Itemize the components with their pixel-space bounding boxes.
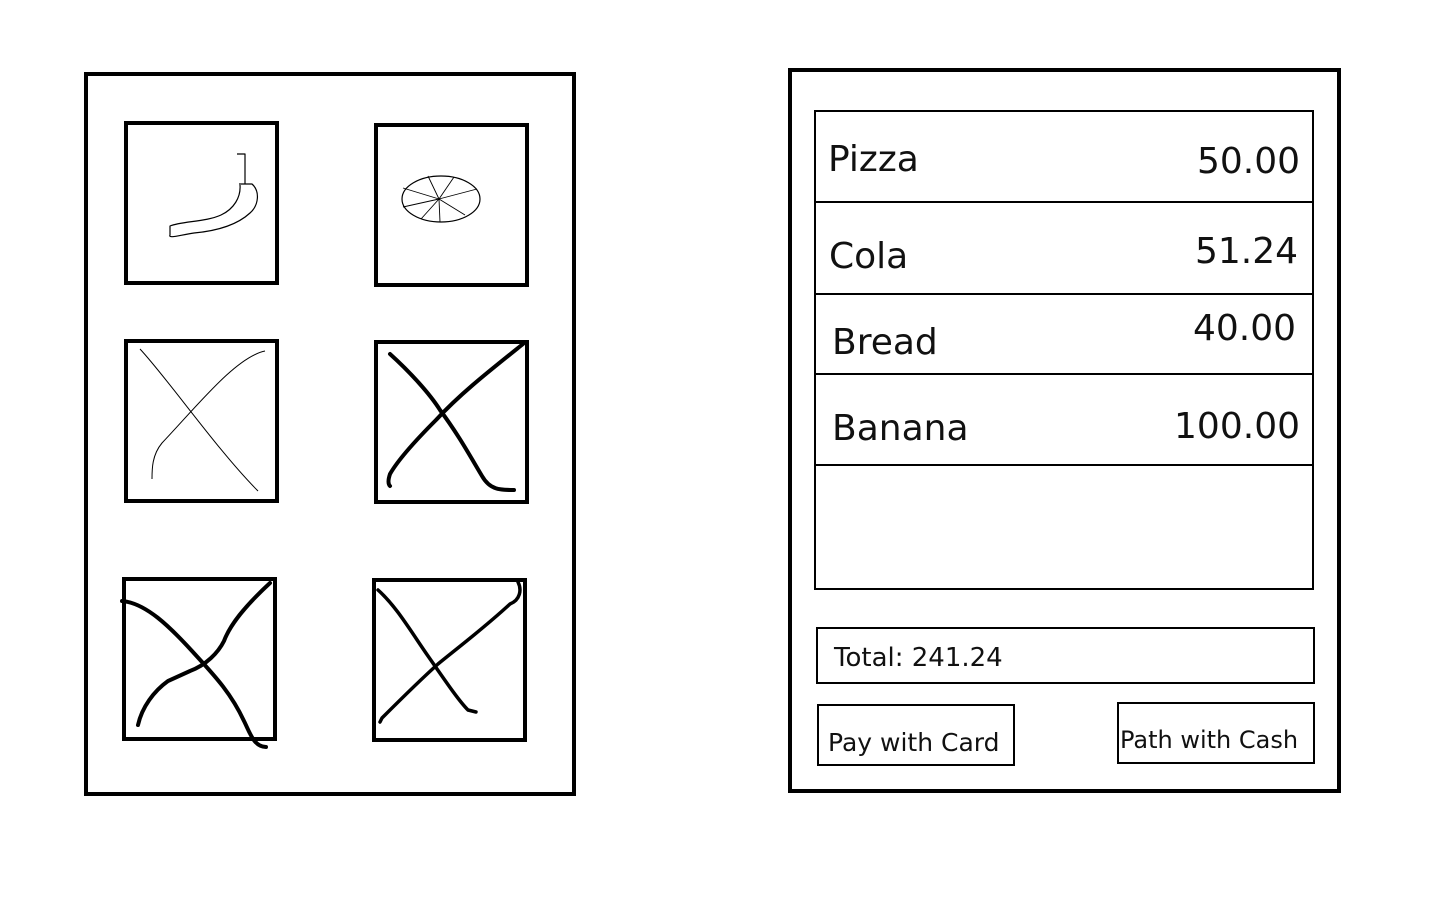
item-name: Cola: [829, 236, 909, 277]
pay-with-cash-button[interactable]: Path with Cash: [1117, 702, 1315, 764]
checkout-panel: Pizza 50.00 Cola 51.24 Bread 40.00 Banan…: [788, 68, 1341, 793]
pay-with-card-button[interactable]: Pay with Card: [817, 704, 1015, 766]
item-name: Bread: [832, 322, 938, 363]
product-tile-pizza[interactable]: [374, 123, 529, 287]
placeholder-x-icon: [120, 581, 272, 749]
order-list: Pizza 50.00 Cola 51.24 Bread 40.00 Banan…: [814, 110, 1314, 590]
product-tile-empty[interactable]: [372, 578, 527, 742]
item-price: 51.24: [1194, 231, 1298, 272]
item-name: Pizza: [828, 139, 919, 180]
placeholder-x-icon: [376, 580, 522, 724]
item-price: 50.00: [1196, 141, 1300, 182]
product-grid-panel: [84, 72, 576, 796]
order-item[interactable]: Bread 40.00: [816, 295, 1312, 374]
pizza-icon: [401, 175, 481, 223]
row-divider: [816, 464, 1312, 466]
placeholder-x-icon: [139, 348, 266, 492]
order-item[interactable]: Cola 51.24: [816, 203, 1312, 295]
placeholder-x-icon: [386, 342, 525, 492]
order-item[interactable]: Pizza 50.00: [816, 112, 1312, 202]
product-tile-empty[interactable]: [124, 339, 279, 503]
order-item[interactable]: Banana 100.00: [816, 375, 1312, 465]
item-name: Banana: [832, 408, 969, 449]
total-display: Total: 241.24: [816, 627, 1315, 684]
product-tile-empty[interactable]: [120, 577, 277, 749]
product-tile-empty[interactable]: [374, 340, 529, 504]
total-label: Total: 241.24: [834, 643, 1003, 673]
product-tile-banana[interactable]: [124, 121, 279, 285]
banana-icon: [169, 153, 258, 238]
item-price: 40.00: [1192, 308, 1296, 349]
item-price: 100.00: [1174, 406, 1300, 447]
